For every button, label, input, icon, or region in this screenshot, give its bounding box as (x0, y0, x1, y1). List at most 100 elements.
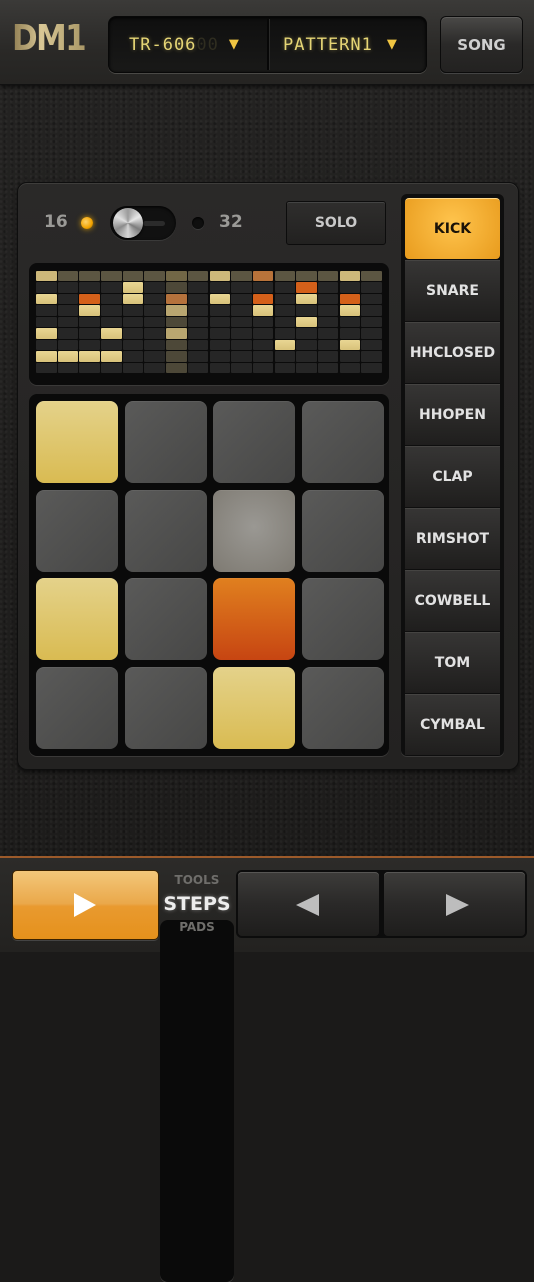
matrix-cell[interactable] (231, 316, 252, 328)
matrix-cell[interactable] (209, 362, 230, 374)
step-pad[interactable] (124, 578, 207, 660)
matrix-cell[interactable] (187, 293, 209, 305)
matrix-cell[interactable] (231, 305, 252, 316)
solo-button[interactable]: SOLO (286, 201, 386, 245)
matrix-cell[interactable] (122, 282, 144, 293)
step-pad[interactable] (213, 489, 295, 572)
matrix-cell[interactable] (36, 362, 57, 374)
length-toggle-switch[interactable] (110, 206, 176, 240)
matrix-cell[interactable] (166, 282, 187, 293)
mode-pads[interactable]: PADS (160, 920, 234, 1282)
matrix-cell[interactable] (252, 282, 274, 293)
step-pad[interactable] (124, 401, 207, 483)
instrument-button-hhclosed[interactable]: HHCLOSED (405, 322, 500, 383)
matrix-cell[interactable] (122, 293, 144, 305)
matrix-cell[interactable] (231, 362, 252, 374)
matrix-cell[interactable] (101, 328, 122, 339)
matrix-cell[interactable] (144, 351, 165, 362)
mode-tools[interactable]: TOOLS (160, 873, 234, 887)
matrix-cell[interactable] (339, 305, 361, 316)
step-pad[interactable] (301, 401, 384, 483)
matrix-cell[interactable] (144, 328, 165, 339)
matrix-cell[interactable] (209, 305, 230, 316)
matrix-cell[interactable] (187, 282, 209, 293)
matrix-cell[interactable] (231, 339, 252, 351)
matrix-cell[interactable] (101, 282, 122, 293)
matrix-cell[interactable] (144, 316, 165, 328)
matrix-cell[interactable] (317, 305, 339, 316)
kit-selector[interactable]: TR-606 00 ▼ (129, 17, 239, 72)
next-button[interactable] (384, 872, 525, 936)
instrument-button-kick[interactable]: KICK (405, 198, 500, 259)
matrix-cell[interactable] (252, 362, 274, 374)
step-pad[interactable] (124, 666, 207, 749)
matrix-cell[interactable] (209, 339, 230, 351)
matrix-cell[interactable] (101, 293, 122, 305)
step-pad[interactable] (36, 666, 118, 749)
matrix-cell[interactable] (101, 351, 122, 362)
matrix-cell[interactable] (252, 328, 274, 339)
matrix-cell[interactable] (361, 305, 382, 316)
matrix-cell[interactable] (274, 316, 296, 328)
matrix-cell[interactable] (36, 282, 57, 293)
matrix-cell[interactable] (166, 339, 187, 351)
matrix-cell[interactable] (296, 282, 317, 293)
matrix-cell[interactable] (57, 271, 79, 282)
matrix-cell[interactable] (122, 351, 144, 362)
matrix-cell[interactable] (57, 305, 79, 316)
matrix-cell[interactable] (79, 271, 100, 282)
matrix-cell[interactable] (296, 362, 317, 374)
matrix-cell[interactable] (361, 328, 382, 339)
instrument-button-cymbal[interactable]: CYMBAL (405, 694, 500, 755)
matrix-cell[interactable] (274, 328, 296, 339)
matrix-cell[interactable] (274, 351, 296, 362)
matrix-cell[interactable] (122, 328, 144, 339)
matrix-cell[interactable] (209, 316, 230, 328)
pattern-selector[interactable]: PATTERN1 ▼ (283, 17, 397, 72)
matrix-cell[interactable] (361, 282, 382, 293)
matrix-cell[interactable] (339, 351, 361, 362)
matrix-cell[interactable] (187, 351, 209, 362)
matrix-cell[interactable] (296, 271, 317, 282)
matrix-cell[interactable] (252, 316, 274, 328)
matrix-cell[interactable] (79, 351, 100, 362)
matrix-cell[interactable] (252, 339, 274, 351)
matrix-cell[interactable] (274, 271, 296, 282)
matrix-cell[interactable] (144, 305, 165, 316)
matrix-cell[interactable] (209, 351, 230, 362)
matrix-cell[interactable] (209, 328, 230, 339)
matrix-cell[interactable] (57, 316, 79, 328)
matrix-cell[interactable] (296, 328, 317, 339)
matrix-cell[interactable] (122, 305, 144, 316)
step-pad[interactable] (301, 666, 384, 749)
matrix-cell[interactable] (209, 271, 230, 282)
step-pad[interactable] (36, 401, 118, 483)
matrix-cell[interactable] (122, 362, 144, 374)
matrix-cell[interactable] (339, 362, 361, 374)
matrix-cell[interactable] (79, 293, 100, 305)
matrix-cell[interactable] (144, 282, 165, 293)
matrix-cell[interactable] (166, 351, 187, 362)
matrix-cell[interactable] (36, 316, 57, 328)
instrument-button-snare[interactable]: SNARE (405, 260, 500, 321)
matrix-cell[interactable] (296, 339, 317, 351)
matrix-cell[interactable] (317, 328, 339, 339)
matrix-cell[interactable] (361, 339, 382, 351)
matrix-cell[interactable] (144, 271, 165, 282)
matrix-cell[interactable] (57, 362, 79, 374)
matrix-cell[interactable] (144, 339, 165, 351)
play-button[interactable] (12, 870, 159, 940)
matrix-cell[interactable] (166, 316, 187, 328)
step-pad[interactable] (213, 666, 295, 749)
matrix-cell[interactable] (166, 362, 187, 374)
matrix-cell[interactable] (187, 271, 209, 282)
matrix-cell[interactable] (144, 293, 165, 305)
matrix-cell[interactable] (166, 328, 187, 339)
matrix-cell[interactable] (36, 271, 57, 282)
matrix-cell[interactable] (79, 339, 100, 351)
instrument-button-tom[interactable]: TOM (405, 632, 500, 693)
matrix-cell[interactable] (317, 293, 339, 305)
matrix-cell[interactable] (209, 293, 230, 305)
matrix-cell[interactable] (79, 305, 100, 316)
matrix-cell[interactable] (209, 282, 230, 293)
